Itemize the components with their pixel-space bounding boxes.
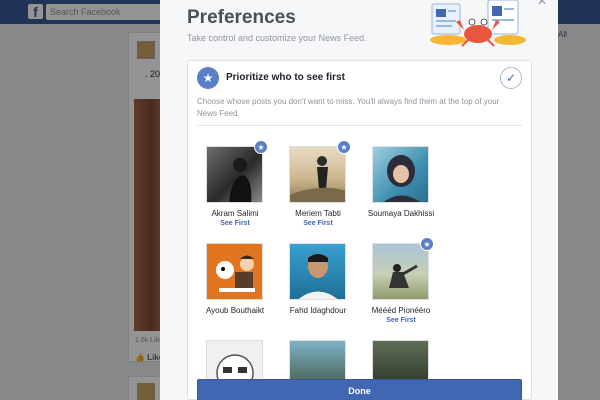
done-button[interactable]: Done	[197, 379, 522, 400]
close-icon[interactable]: ✕	[537, 0, 547, 8]
star-icon: ★	[197, 67, 219, 89]
crab-illustration-icon	[430, 0, 526, 47]
cartoon-avatar-icon	[216, 255, 255, 292]
person-name: Meriem Tabti	[295, 209, 341, 218]
person-name: Akram Salimi	[211, 209, 259, 218]
see-first-label: See First	[220, 220, 250, 227]
person-silhouette-icon	[389, 264, 418, 288]
profile-photo[interactable]	[289, 146, 346, 203]
star-badge-icon: ★	[420, 237, 434, 251]
section-title[interactable]: Prioritize who to see first	[226, 72, 345, 83]
profile-photo[interactable]	[289, 243, 346, 300]
person-name: Ayoub Bouthaikt	[205, 306, 265, 315]
profile-photo[interactable]	[206, 146, 263, 203]
star-badge-icon: ★	[337, 140, 351, 154]
see-first-label: See First	[386, 317, 416, 324]
section-description: Choose whose posts you don't want to mis…	[197, 97, 500, 118]
person-name: Soumaya Dakhissi	[367, 209, 435, 218]
profile-photo[interactable]	[372, 146, 429, 203]
person-silhouette-icon	[383, 155, 421, 202]
profile-photo[interactable]	[372, 243, 429, 300]
person-name: Méééd Pionééro	[371, 306, 431, 315]
person-silhouette-icon	[298, 254, 338, 299]
see-first-label: See First	[303, 220, 333, 227]
prioritize-section: ★ Prioritize who to see first ✓ Choose w…	[187, 60, 532, 400]
star-badge-icon: ★	[254, 140, 268, 154]
dialog-title: Preferences	[187, 7, 296, 28]
preferences-dialog: ✕ Preferences Take control and customize…	[160, 0, 558, 400]
checkmark-icon[interactable]: ✓	[500, 67, 522, 89]
divider	[197, 125, 522, 126]
dialog-subtitle: Take control and customize your News Fee…	[187, 33, 367, 43]
person-silhouette-icon	[290, 156, 345, 202]
person-silhouette-icon	[229, 158, 252, 202]
profile-photo[interactable]	[206, 243, 263, 300]
person-name: Fahd Idaghdour	[289, 306, 347, 315]
